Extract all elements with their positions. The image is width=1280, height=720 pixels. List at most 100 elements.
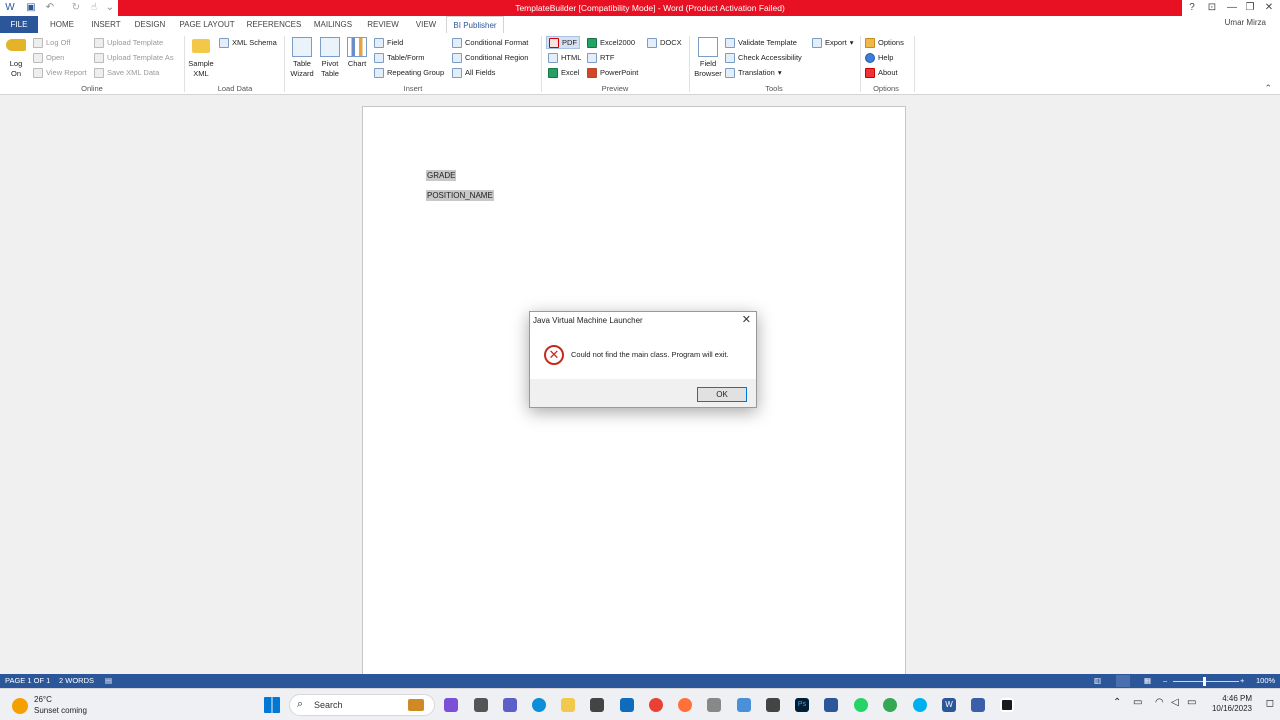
outlook-icon[interactable]: [620, 698, 634, 712]
customize-qat-icon[interactable]: ⌄: [104, 2, 116, 14]
start-icon[interactable]: [264, 697, 280, 713]
dialog-close-icon[interactable]: ✕: [742, 312, 751, 329]
minimize-icon[interactable]: —: [1222, 0, 1242, 16]
log-on-button[interactable]: Log On: [4, 39, 28, 79]
export-button[interactable]: Export ▾: [812, 36, 853, 49]
store-icon[interactable]: [590, 698, 604, 712]
skype-icon[interactable]: [913, 698, 927, 712]
about-button[interactable]: About: [865, 66, 898, 79]
word-taskbar-icon[interactable]: W: [942, 698, 956, 712]
tab-references[interactable]: REFERENCES: [246, 16, 302, 33]
validate-template-button[interactable]: Validate Template: [725, 36, 797, 49]
zoom-in-icon[interactable]: +: [1240, 674, 1244, 688]
read-mode-icon[interactable]: ▥: [1094, 674, 1101, 688]
undo-icon[interactable]: ↶: [44, 2, 56, 14]
ribbon-display-options-icon[interactable]: ⊡: [1202, 0, 1222, 16]
sample-xml-button[interactable]: Sample XML: [186, 39, 216, 79]
print-layout-icon[interactable]: [1116, 675, 1130, 687]
volume-icon[interactable]: ◁: [1171, 697, 1179, 708]
table-form-button[interactable]: Table/Form: [374, 51, 425, 64]
field-position-name[interactable]: POSITION_NAME: [426, 190, 494, 201]
photoshop-icon[interactable]: Ps: [795, 698, 809, 712]
save-xml-data-button[interactable]: Save XML Data: [94, 66, 159, 79]
xml-schema-button[interactable]: XML Schema: [219, 36, 277, 49]
whatsapp-icon[interactable]: [854, 698, 868, 712]
close-icon[interactable]: ✕: [1259, 0, 1279, 16]
web-layout-icon[interactable]: ▦: [1144, 674, 1151, 688]
pivot-table-button[interactable]: Pivot Table: [316, 37, 344, 79]
table-wizard-button[interactable]: Table Wizard: [288, 37, 316, 79]
zoom-out-icon[interactable]: –: [1163, 674, 1167, 688]
collapse-ribbon-icon[interactable]: ⌃: [1264, 83, 1272, 94]
view-report-button[interactable]: View Report: [33, 66, 87, 79]
tab-view[interactable]: VIEW: [410, 16, 442, 33]
taskbar-search[interactable]: ⌕ Search: [289, 694, 435, 716]
zoom-level[interactable]: 100%: [1256, 674, 1275, 688]
touch-mode-icon[interactable]: ☝: [88, 2, 100, 14]
chart-button[interactable]: Chart: [345, 37, 369, 69]
notepad-icon[interactable]: [824, 698, 838, 712]
open-button[interactable]: Open: [33, 51, 64, 64]
tab-home[interactable]: HOME: [44, 16, 80, 33]
help-button[interactable]: Help: [865, 51, 893, 64]
preview-rtf-button[interactable]: RTF: [587, 51, 614, 64]
word-count[interactable]: 2 WORDS: [59, 674, 94, 688]
help-icon[interactable]: ?: [1182, 0, 1202, 16]
tab-design[interactable]: DESIGN: [132, 16, 168, 33]
preview-powerpoint-button[interactable]: PowerPoint: [587, 66, 638, 79]
app-icon[interactable]: [707, 698, 721, 712]
field-browser-button[interactable]: Field Browser: [692, 37, 724, 79]
conditional-region-button[interactable]: Conditional Region: [452, 51, 528, 64]
translation-button[interactable]: Translation ▾: [725, 66, 782, 79]
proofing-icon[interactable]: ▤: [105, 674, 112, 688]
notifications-icon[interactable]: ◻: [1266, 698, 1274, 709]
chrome-icon[interactable]: [649, 698, 663, 712]
clock[interactable]: 4:46 PM 10/16/2023: [1212, 694, 1252, 714]
redo-icon[interactable]: ↻: [70, 2, 82, 14]
all-fields-button[interactable]: All Fields: [452, 66, 495, 79]
upload-template-button[interactable]: Upload Template: [94, 36, 163, 49]
ok-button[interactable]: OK: [697, 387, 747, 402]
tab-bi-publisher[interactable]: BI Publisher: [446, 16, 504, 33]
tab-file[interactable]: FILE: [0, 16, 38, 33]
battery-icon[interactable]: ▭: [1187, 697, 1196, 708]
tab-insert[interactable]: INSERT: [88, 16, 124, 33]
preview-pdf-button[interactable]: PDF: [546, 36, 580, 49]
tab-mailings[interactable]: MAILINGS: [310, 16, 356, 33]
app-icon[interactable]: [766, 698, 780, 712]
app-icon[interactable]: [971, 698, 985, 712]
preview-docx-button[interactable]: DOCX: [647, 36, 682, 49]
network-adapter-icon[interactable]: ▭: [1133, 697, 1142, 708]
teams-icon[interactable]: [503, 698, 517, 712]
wifi-icon[interactable]: ◠: [1155, 697, 1164, 708]
java-launcher-icon[interactable]: [1000, 698, 1014, 712]
firefox-icon[interactable]: [678, 698, 692, 712]
log-off-button[interactable]: Log Off: [33, 36, 70, 49]
field-button[interactable]: Field: [374, 36, 403, 49]
preview-excel-button[interactable]: Excel: [548, 66, 579, 79]
copilot-icon[interactable]: [444, 698, 458, 712]
preview-excel2000-button[interactable]: Excel2000: [587, 36, 635, 49]
chrome-profile-icon[interactable]: [883, 698, 897, 712]
options-button[interactable]: Options: [865, 36, 904, 49]
upload-template-as-button[interactable]: Upload Template As: [94, 51, 174, 64]
preview-html-button[interactable]: HTML: [548, 51, 581, 64]
tab-review[interactable]: REVIEW: [364, 16, 402, 33]
check-accessibility-button[interactable]: Check Accessibility: [725, 51, 802, 64]
user-name[interactable]: Umar Mirza: [1225, 16, 1266, 30]
zoom-slider-thumb[interactable]: [1203, 677, 1206, 686]
repeating-group-button[interactable]: Repeating Group: [374, 66, 444, 79]
file-explorer-icon[interactable]: [561, 698, 575, 712]
restore-icon[interactable]: ❐: [1240, 0, 1260, 16]
task-view-icon[interactable]: [474, 698, 488, 712]
conditional-format-button[interactable]: Conditional Format: [452, 36, 528, 49]
edge-icon[interactable]: [532, 698, 546, 712]
word-app-icon[interactable]: W: [4, 2, 16, 14]
tab-page-layout[interactable]: PAGE LAYOUT: [178, 16, 236, 33]
page-count[interactable]: PAGE 1 OF 1: [5, 674, 50, 688]
zoom-slider[interactable]: [1173, 681, 1239, 682]
save-icon[interactable]: ▣: [25, 2, 37, 14]
app-icon[interactable]: [737, 698, 751, 712]
show-hidden-icons-icon[interactable]: ⌃: [1113, 697, 1121, 708]
field-grade[interactable]: GRADE: [426, 170, 457, 181]
